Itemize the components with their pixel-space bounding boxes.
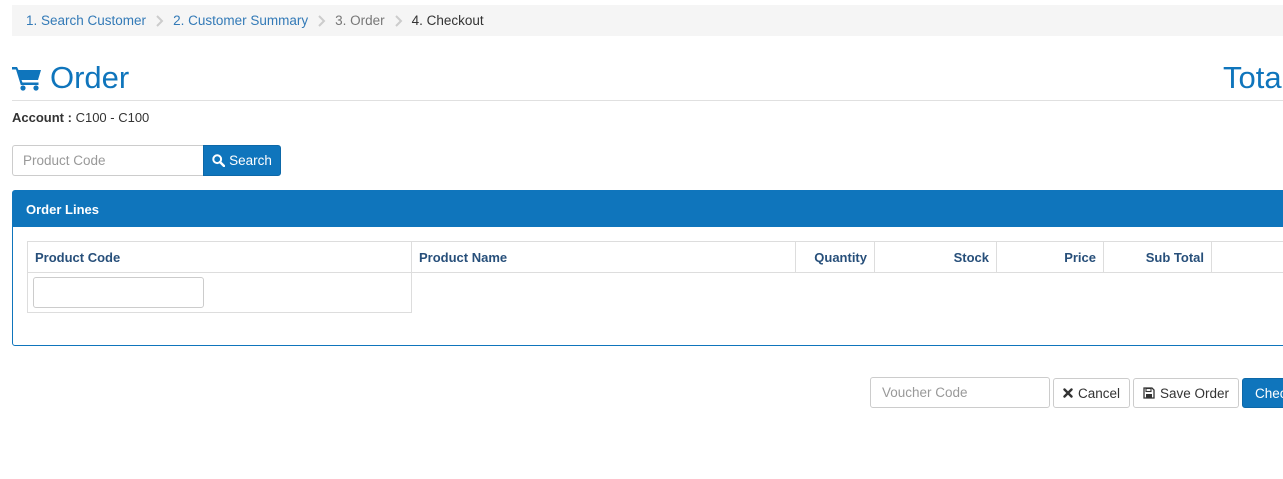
new-line-product-code-cell bbox=[27, 272, 412, 313]
chevron-right-icon bbox=[317, 14, 326, 27]
total-label: Tota bbox=[1223, 60, 1282, 95]
column-header-product-code: Product Code bbox=[27, 241, 412, 273]
table-header-row: Product Code Product Name Quantity Stock… bbox=[27, 241, 1283, 273]
cancel-button-label: Cancel bbox=[1077, 385, 1121, 401]
save-order-button[interactable]: Save Order bbox=[1133, 378, 1239, 408]
search-button-label: Search bbox=[229, 153, 272, 168]
account-label: Account : bbox=[12, 110, 72, 125]
column-header-actions bbox=[1211, 241, 1283, 273]
search-icon bbox=[212, 154, 226, 167]
account-info: Account : C100 - C100 bbox=[12, 110, 149, 125]
column-header-quantity: Quantity bbox=[795, 241, 875, 273]
order-lines-table: Product Code Product Name Quantity Stock… bbox=[27, 241, 1283, 313]
breadcrumb-customer-summary[interactable]: 2. Customer Summary bbox=[173, 13, 308, 28]
account-value: C100 - C100 bbox=[75, 110, 150, 125]
column-header-product-name: Product Name bbox=[411, 241, 796, 273]
order-lines-heading: Order Lines bbox=[13, 191, 1283, 227]
column-header-price: Price bbox=[996, 241, 1104, 273]
order-lines-panel: Order Lines Product Code Product Name Qu… bbox=[12, 190, 1283, 346]
checkout-button[interactable]: Chec bbox=[1242, 378, 1283, 408]
shopping-cart-icon bbox=[12, 65, 42, 91]
voucher-code-input[interactable] bbox=[870, 377, 1050, 408]
close-icon bbox=[1063, 388, 1073, 398]
checkout-button-label: Chec bbox=[1255, 385, 1283, 401]
breadcrumb: 1. Search Customer 2. Customer Summary 3… bbox=[12, 5, 1283, 36]
search-button[interactable]: Search bbox=[203, 145, 281, 176]
cancel-button[interactable]: Cancel bbox=[1053, 378, 1130, 408]
empty-cell bbox=[412, 273, 1283, 313]
product-code-search-input[interactable] bbox=[12, 145, 204, 176]
header-divider bbox=[12, 100, 1283, 101]
page-title: Order bbox=[12, 58, 129, 98]
table-row bbox=[27, 272, 1283, 313]
column-header-sub-total: Sub Total bbox=[1103, 241, 1212, 273]
page-title-text: Order bbox=[50, 60, 130, 95]
new-line-product-code-input[interactable] bbox=[33, 277, 204, 308]
breadcrumb-checkout: 4. Checkout bbox=[411, 13, 484, 28]
floppy-disk-icon bbox=[1143, 387, 1155, 399]
chevron-right-icon bbox=[155, 14, 164, 27]
breadcrumb-order: 3. Order bbox=[335, 13, 385, 28]
save-order-button-label: Save Order bbox=[1159, 385, 1230, 401]
column-header-stock: Stock bbox=[874, 241, 997, 273]
chevron-right-icon bbox=[394, 14, 403, 27]
breadcrumb-search-customer[interactable]: 1. Search Customer bbox=[26, 13, 146, 28]
